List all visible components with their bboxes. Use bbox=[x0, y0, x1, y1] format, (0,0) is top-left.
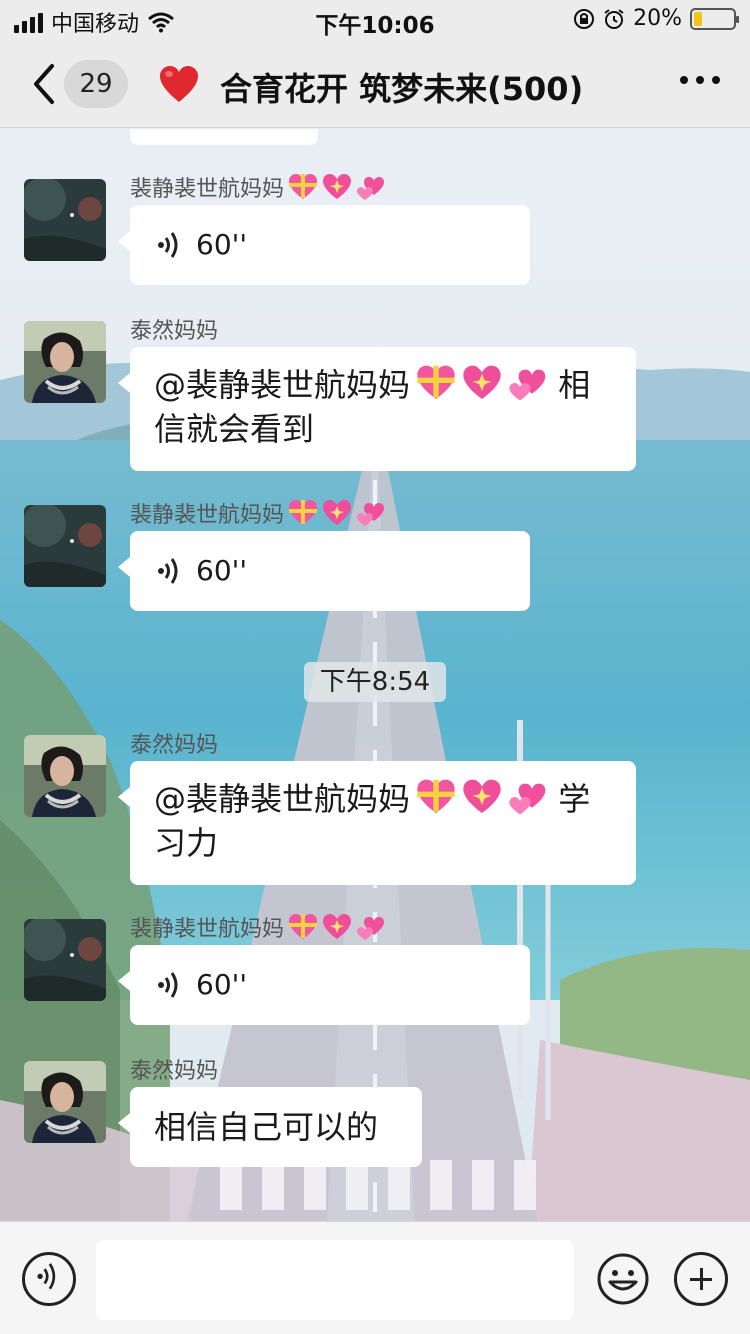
message-text-line2: 习力 bbox=[154, 824, 219, 862]
input-bar bbox=[0, 1221, 750, 1334]
voice-message-bubble[interactable]: 60'' bbox=[118, 531, 530, 611]
voice-mode-icon[interactable] bbox=[22, 1252, 76, 1306]
time-divider: 下午8:54 bbox=[304, 662, 446, 702]
sender-name: 泰然妈妈 bbox=[130, 319, 219, 344]
voice-wave-icon bbox=[158, 972, 178, 998]
avatar[interactable] bbox=[24, 321, 106, 403]
sender-name: 裴静裴世航妈妈 bbox=[130, 911, 386, 943]
red-heart-icon bbox=[160, 66, 198, 102]
two-hearts-emoji-icon bbox=[357, 177, 385, 200]
gift-heart-emoji-icon bbox=[289, 174, 318, 199]
sparkling-heart-emoji-icon bbox=[463, 365, 501, 399]
message-text-tail: 学 bbox=[548, 780, 591, 818]
gift-heart-emoji-icon bbox=[417, 779, 455, 813]
chat-header: 29 合育花开 筑梦未来(500) bbox=[0, 40, 750, 128]
message-text-tail: 相 bbox=[548, 366, 591, 404]
plus-icon[interactable] bbox=[674, 1252, 728, 1306]
message-text: @裴静裴世航妈妈 bbox=[154, 366, 411, 404]
voice-duration: 60'' bbox=[196, 554, 248, 587]
chat-title[interactable]: 合育花开 筑梦未来(500) bbox=[220, 64, 583, 110]
voice-message-bubble[interactable]: 60'' bbox=[118, 205, 530, 285]
text-message-bubble[interactable]: @裴静裴世航妈妈 学 习力 bbox=[118, 761, 636, 885]
voice-wave-icon bbox=[158, 558, 178, 584]
message-text: 相信自己可以的 bbox=[154, 1108, 379, 1146]
gift-heart-emoji-icon bbox=[289, 500, 318, 525]
message-text: @裴静裴世航妈妈 bbox=[154, 780, 411, 818]
battery-percent: 20% bbox=[633, 6, 682, 31]
unread-count-badge[interactable]: 29 bbox=[64, 60, 128, 108]
two-hearts-emoji-icon bbox=[509, 783, 546, 815]
two-hearts-emoji-icon bbox=[357, 503, 385, 526]
text-message-bubble[interactable]: 相信自己可以的 bbox=[118, 1087, 422, 1167]
more-dots-icon[interactable] bbox=[680, 76, 720, 84]
sender-name: 泰然妈妈 bbox=[130, 733, 219, 758]
alarm-icon bbox=[604, 8, 624, 29]
sender-name: 裴静裴世航妈妈 bbox=[130, 171, 386, 203]
voice-wave-icon bbox=[158, 232, 178, 258]
gift-heart-emoji-icon bbox=[289, 914, 318, 939]
avatar[interactable] bbox=[24, 505, 106, 587]
voice-duration: 60'' bbox=[196, 968, 248, 1001]
avatar[interactable] bbox=[24, 919, 106, 1001]
chevron-left-icon[interactable] bbox=[26, 60, 60, 108]
voice-message-bubble[interactable]: 60'' bbox=[118, 945, 530, 1025]
sparkling-heart-emoji-icon bbox=[323, 500, 352, 525]
two-hearts-emoji-icon bbox=[509, 369, 546, 401]
message-input[interactable] bbox=[96, 1240, 574, 1320]
emoji-icon[interactable] bbox=[596, 1252, 650, 1306]
status-bar: 中国移动 下午10:06 20% bbox=[0, 0, 750, 40]
sender-name: 裴静裴世航妈妈 bbox=[130, 497, 386, 529]
voice-duration: 60'' bbox=[196, 228, 248, 261]
two-hearts-emoji-icon bbox=[357, 917, 385, 940]
avatar[interactable] bbox=[24, 1061, 106, 1143]
battery-level bbox=[694, 11, 702, 26]
avatar[interactable] bbox=[24, 179, 106, 261]
status-right-group: 20% bbox=[573, 6, 739, 31]
message-bubble-partial[interactable] bbox=[130, 129, 318, 145]
gift-heart-emoji-icon bbox=[417, 365, 455, 399]
sparkling-heart-emoji-icon bbox=[323, 174, 352, 199]
sparkling-heart-emoji-icon bbox=[463, 779, 501, 813]
text-message-bubble[interactable]: @裴静裴世航妈妈 相 信就会看到 bbox=[118, 347, 636, 471]
sparkling-heart-emoji-icon bbox=[323, 914, 352, 939]
sender-name: 泰然妈妈 bbox=[130, 1059, 219, 1084]
message-list[interactable]: 裴静裴世航妈妈 60'' 泰然妈妈 @裴静裴世航妈妈 相 信就会看到 裴静裴世航… bbox=[0, 129, 750, 1221]
message-text-line2: 信就会看到 bbox=[154, 410, 315, 448]
battery-icon bbox=[690, 7, 739, 30]
orientation-lock-icon bbox=[574, 8, 595, 29]
avatar[interactable] bbox=[24, 735, 106, 817]
